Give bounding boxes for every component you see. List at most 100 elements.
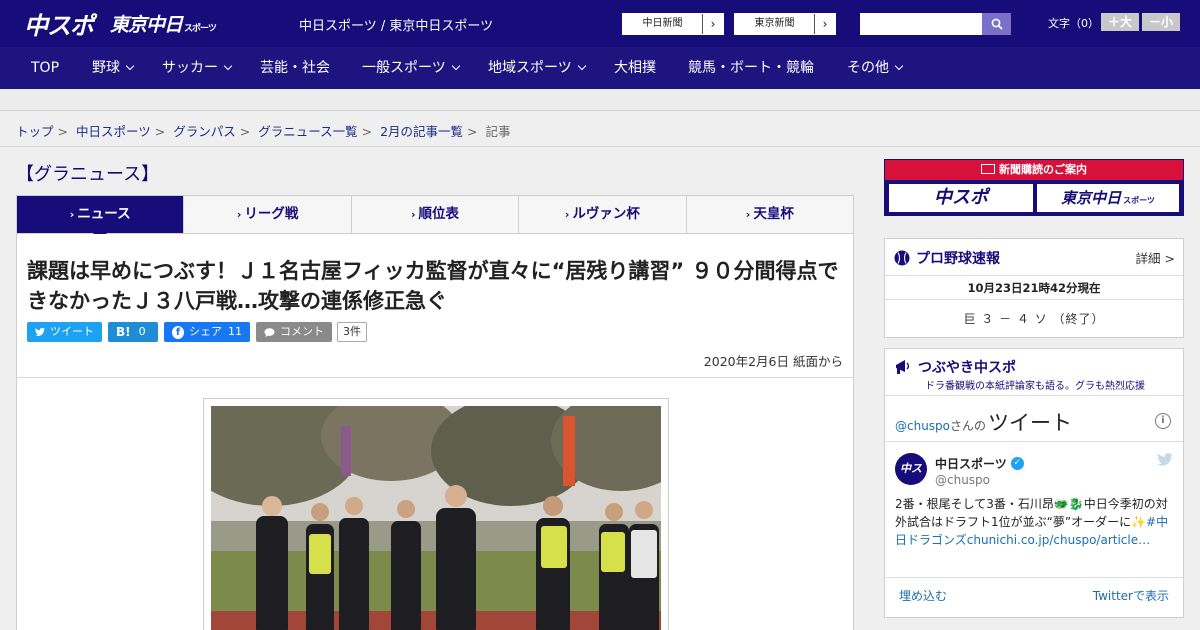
tab-league[interactable]: › リーグ戦 (184, 196, 352, 233)
twitter-widget: つぶやき中スポ ドラ番観戦の本紙評論家も語る。グラも熱烈応援 @chuspo さ… (884, 348, 1184, 618)
timeline-handle-link[interactable]: @chuspo (895, 419, 950, 433)
breadcrumb-current: 記事 (485, 124, 511, 139)
search-input[interactable] (860, 13, 982, 35)
comment-count[interactable]: 3件 (337, 322, 367, 342)
breadcrumb-separator: > (154, 124, 166, 139)
hatena-icon: B! (116, 325, 131, 339)
site-header: 中スポ 東京中日 スポーツ 中日スポーツ / 東京中日スポーツ 中日新聞 › 東京… (0, 0, 1200, 47)
avatar[interactable]: 中スポ (895, 453, 927, 507)
chevron-right-icon: › (564, 208, 570, 221)
baseball-details-link[interactable]: 詳細 > (1136, 248, 1175, 267)
breadcrumb: トップ > 中日スポーツ > グランパス > グラニュース一覧 > 2月の記事一覧 > 記… (16, 121, 511, 140)
nav-item-racing[interactable]: 競馬・ボート・競輪 (688, 47, 814, 89)
section-tabs: › ニュース › リーグ戦 › 順位表 › ルヴァン杯 › 天皇杯 (16, 195, 854, 240)
tokyo-shimbun-link[interactable]: 東京新聞 › (734, 13, 836, 35)
divider (885, 441, 1183, 442)
training-photo-image (211, 406, 661, 630)
nav-item-top[interactable]: TOP (31, 47, 59, 89)
font-size-decrease-button[interactable]: －小 (1142, 13, 1180, 31)
divider (0, 146, 1200, 147)
game-score[interactable]: 巨 ３ － ４ ソ （終了） (885, 310, 1183, 327)
tweet-link[interactable]: chunichi.co.jp/chuspo/article… (967, 533, 1150, 547)
comment-button[interactable]: コメント (256, 322, 332, 342)
ext-link-label: 中日新聞 (623, 14, 703, 34)
megaphone-icon (896, 360, 910, 374)
tab-standings[interactable]: › 順位表 (352, 196, 520, 233)
hatena-count: 0 (138, 325, 146, 338)
widget-subtitle: ドラ番観戦の本紙評論家も語る。グラも熱烈応援 (925, 381, 1145, 392)
nav-item-other[interactable]: その他 (847, 47, 904, 89)
score-timestamp: 10月23日21時42分現在 (967, 281, 1101, 295)
search-button[interactable] (982, 13, 1011, 35)
nav-item-soccer[interactable]: サッカー (162, 47, 233, 89)
verified-badge-icon: ✓ (1010, 457, 1024, 470)
font-size-label: 文字（0） (1048, 17, 1099, 30)
nav-item-baseball[interactable]: 野球 (92, 47, 135, 89)
share-bar: ツイート B! 0 f シェア 11 コメント 3件 (27, 322, 367, 342)
hatena-bookmark-button[interactable]: B! 0 (108, 322, 158, 342)
breadcrumb-link-gura-news[interactable]: グラニュース一覧 (258, 124, 357, 139)
divider (885, 299, 1183, 300)
article-headline: 課題は早めにつぶす！Ｊ１名古屋フィッカ監督が直々に“居残り講習” ９０分間得点で… (27, 259, 839, 313)
chevron-down-icon (577, 61, 586, 71)
tab-emperors-cup[interactable]: › 天皇杯 (687, 196, 853, 233)
tweet-button[interactable]: ツイート (27, 322, 102, 342)
tab-news[interactable]: › ニュース (17, 196, 185, 240)
chevron-right-icon: › (69, 208, 75, 221)
baseball-icon (894, 250, 910, 266)
breadcrumb-separator: > (467, 124, 478, 139)
facebook-count: 11 (228, 325, 242, 338)
breadcrumb-link-february[interactable]: 2月の記事一覧 (380, 124, 463, 139)
divider (885, 395, 1183, 396)
chevron-down-icon (223, 61, 233, 71)
font-size-increase-button[interactable]: ＋大 (1101, 13, 1139, 31)
chuspo-logo[interactable]: 中スポ (24, 9, 94, 40)
chunichi-shimbun-link[interactable]: 中日新聞 › (622, 13, 724, 35)
divider (17, 377, 853, 378)
timeline-handle-suffix: さんの (950, 419, 987, 433)
twitter-bird-icon[interactable] (1157, 453, 1173, 466)
subscription-banner[interactable]: 新聞購読のご案内 中スポ 東京中日 スポーツ (884, 159, 1184, 216)
facebook-share-button[interactable]: f シェア 11 (164, 322, 250, 342)
tab-levain-cup[interactable]: › ルヴァン杯 (519, 196, 687, 233)
comment-bubble-icon (264, 327, 275, 337)
divider (885, 577, 1183, 578)
breadcrumb-separator: > (361, 124, 373, 139)
nav-item-local-sports[interactable]: 地域スポーツ (488, 47, 586, 89)
tokyo-chunichi-logo[interactable]: 東京中日 スポーツ (110, 9, 217, 37)
account-name[interactable]: 中日スポーツ ✓ (935, 455, 1024, 472)
chevron-down-icon (894, 61, 904, 71)
ext-link-label: 東京新聞 (735, 14, 815, 34)
account-handle[interactable]: @chuspo (935, 473, 990, 487)
section-title: 【グラニュース】 (16, 164, 160, 185)
info-icon[interactable]: i (1155, 413, 1171, 429)
article-photo[interactable] (211, 406, 661, 630)
nav-item-sumo[interactable]: 大相撲 (614, 47, 656, 89)
chevron-right-icon: › (410, 208, 416, 221)
breadcrumb-link-chunichi-sports[interactable]: 中日スポーツ (76, 124, 151, 139)
embed-link[interactable]: 埋め込む (899, 587, 947, 604)
chevron-right-icon: › (745, 208, 751, 221)
timeline-header: @chuspo さんの ツイート (895, 407, 1072, 437)
chevron-right-icon: › (710, 17, 716, 31)
chevron-right-icon: › (822, 17, 828, 31)
breadcrumb-link-top[interactable]: トップ (16, 124, 54, 139)
breadcrumb-separator: > (57, 124, 68, 139)
article-date: 2020年2月6日 紙面から (703, 354, 843, 369)
tweet-text: 2番・根尾そして3番・石川昂🐲🐉中日今季初の対外試合はドラフト1位が並ぶ“夢”オ… (895, 497, 1169, 547)
main-nav: TOP 野球 サッカー 芸能・社会 一般スポーツ 地域スポーツ 大相撲 競馬・ボ… (0, 47, 1200, 89)
nav-item-entertainment[interactable]: 芸能・社会 (260, 47, 330, 89)
search-icon (991, 18, 1003, 30)
chevron-down-icon (125, 61, 135, 71)
site-title[interactable]: 中日スポーツ / 東京中日スポーツ (299, 15, 493, 34)
widget-title: プロ野球速報 (894, 248, 1000, 268)
facebook-icon: f (172, 325, 184, 339)
breadcrumb-link-grampus[interactable]: グランパス (173, 124, 236, 139)
chevron-right-icon: › (236, 208, 242, 221)
nav-item-general-sports[interactable]: 一般スポーツ (362, 47, 460, 89)
subscribe-tokyo-chunichi-link[interactable]: 東京中日 スポーツ (1037, 184, 1179, 212)
article: 課題は早めにつぶす！Ｊ１名古屋フィッカ監督が直々に“居残り講習” ９０分間得点で… (16, 234, 854, 630)
timeline-heading: ツイート (988, 411, 1073, 435)
view-on-twitter-link[interactable]: Twitterで表示 (1093, 587, 1169, 604)
subscribe-chuspo-link[interactable]: 中スポ (889, 184, 1033, 212)
